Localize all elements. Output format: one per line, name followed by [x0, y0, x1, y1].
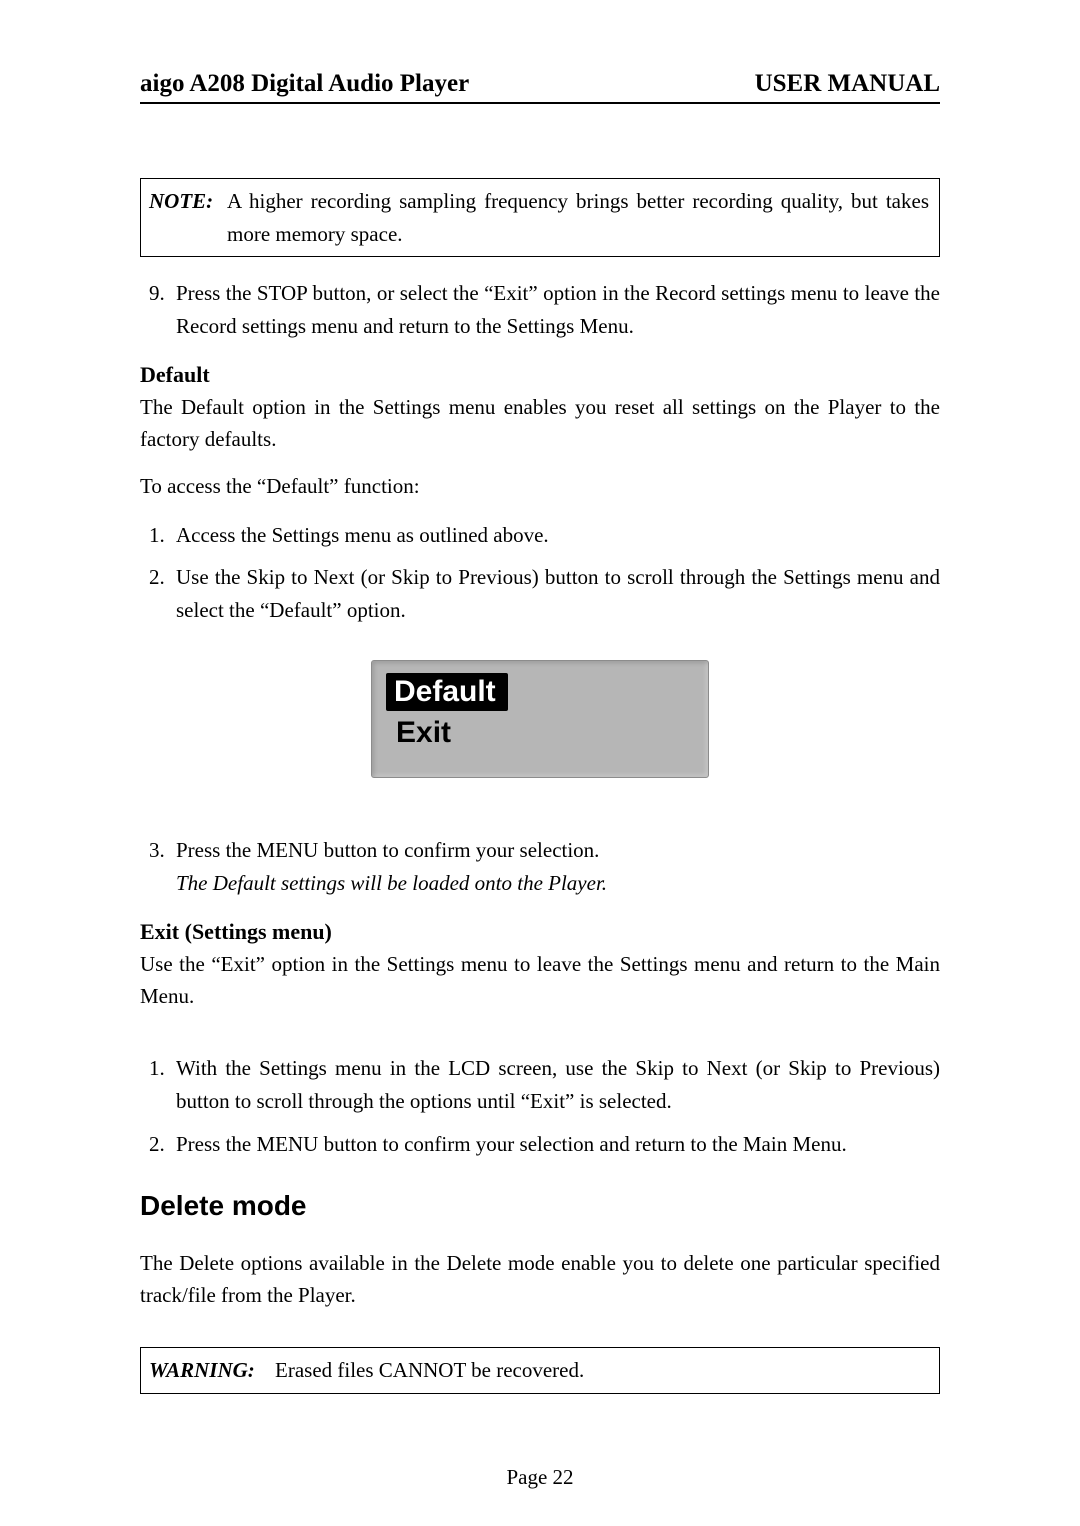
default-access-line: To access the “Default” function:: [140, 471, 940, 503]
default-step-1: Access the Settings menu as outlined abo…: [170, 519, 940, 552]
warning-text: Erased files CANNOT be recovered.: [275, 1354, 929, 1387]
delete-mode-heading: Delete mode: [140, 1190, 940, 1222]
lcd-screen: Default Exit: [371, 660, 709, 778]
default-heading: Default: [140, 362, 940, 388]
note-box: NOTE: A higher recording sampling freque…: [140, 178, 940, 257]
header-title-right: USER MANUAL: [755, 70, 940, 98]
lcd-item-selected: Default: [386, 673, 508, 711]
note-text: A higher recording sampling frequency br…: [227, 185, 929, 250]
step-9: Press the STOP button, or select the “Ex…: [170, 277, 940, 342]
exit-intro: Use the “Exit” option in the Settings me…: [140, 949, 940, 1012]
step-list-continue: Press the STOP button, or select the “Ex…: [140, 277, 940, 342]
document-page: aigo A208 Digital Audio Player USER MANU…: [0, 0, 1080, 1526]
lcd-screenshot: Default Exit: [140, 660, 940, 778]
default-step-3: Press the MENU button to confirm your se…: [170, 834, 940, 899]
lcd-item-exit: Exit: [388, 714, 463, 752]
exit-step-1: With the Settings menu in the LCD screen…: [170, 1052, 940, 1117]
warning-label: WARNING:: [149, 1354, 275, 1387]
default-step-3-line1: Press the MENU button to confirm your se…: [176, 838, 599, 862]
warning-box: WARNING: Erased files CANNOT be recovere…: [140, 1347, 940, 1394]
header-title-left: aigo A208 Digital Audio Player: [140, 70, 469, 98]
page-number: Page 22: [0, 1465, 1080, 1490]
exit-steps: With the Settings menu in the LCD screen…: [140, 1052, 940, 1160]
delete-mode-intro: The Delete options available in the Dele…: [140, 1248, 940, 1311]
spacer: [140, 1028, 940, 1052]
default-step-2: Use the Skip to Next (or Skip to Previou…: [170, 561, 940, 626]
default-step-3-list: Press the MENU button to confirm your se…: [140, 834, 940, 899]
exit-heading: Exit (Settings menu): [140, 919, 940, 945]
exit-step-2: Press the MENU button to confirm your se…: [170, 1128, 940, 1161]
page-header: aigo A208 Digital Audio Player USER MANU…: [140, 70, 940, 104]
default-intro: The Default option in the Settings menu …: [140, 392, 940, 455]
default-steps-1-2: Access the Settings menu as outlined abo…: [140, 519, 940, 627]
default-step-3-line2: The Default settings will be loaded onto…: [176, 871, 607, 895]
note-label: NOTE:: [149, 185, 227, 250]
